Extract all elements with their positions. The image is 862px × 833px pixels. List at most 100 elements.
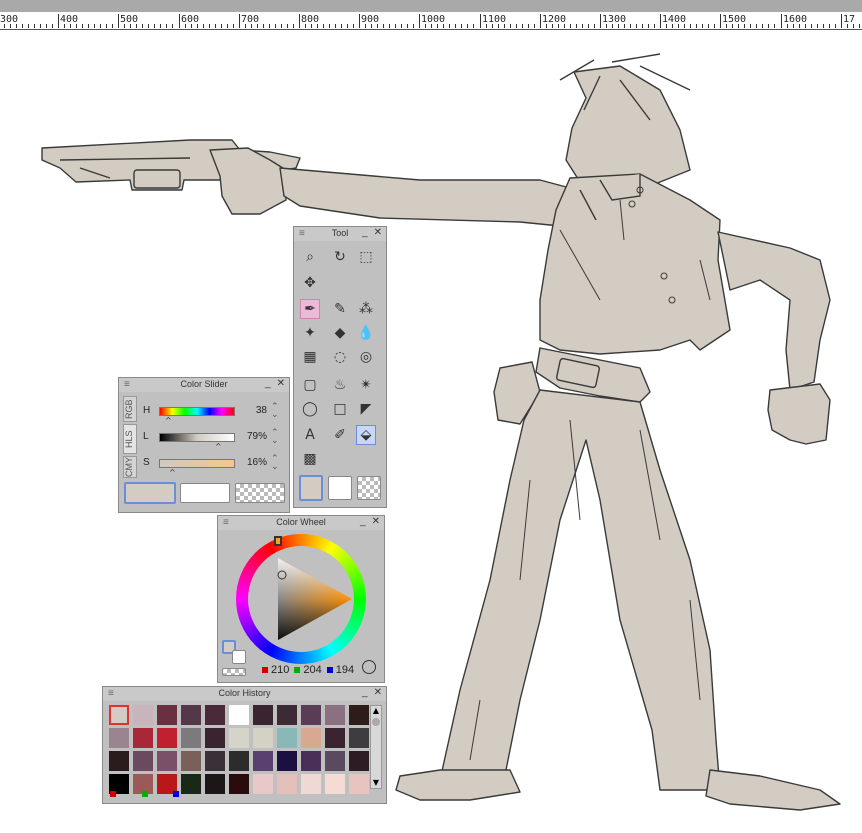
rotate-view-icon[interactable]: ↻ [330,247,350,267]
history-swatch[interactable] [181,774,201,794]
sub-color-swatch[interactable] [232,650,246,664]
main-color-swatch[interactable] [299,475,323,501]
minimize-icon[interactable]: _ [362,687,368,698]
fill-icon[interactable]: ⬙ [356,425,376,445]
zoom-icon[interactable]: ⌕ [300,247,320,267]
transparent-swatch[interactable] [222,668,246,676]
history-swatch[interactable] [109,728,129,748]
history-swatch[interactable] [253,728,273,748]
history-swatch[interactable] [349,774,369,794]
auto-select-icon[interactable]: ✴ [356,375,376,395]
lasso-icon[interactable]: ◌ [330,347,350,367]
history-swatch[interactable] [205,774,225,794]
saturation-triangle[interactable] [248,546,354,652]
blend-icon[interactable]: 💧 [356,323,376,343]
history-swatch[interactable] [157,728,177,748]
history-swatch[interactable] [181,751,201,771]
history-swatch[interactable] [133,728,153,748]
history-swatch[interactable] [253,751,273,771]
object-select-icon[interactable]: ⬚ [356,247,376,267]
scroll-thumb[interactable] [372,718,380,726]
history-swatch[interactable] [277,705,297,725]
green-value[interactable]: 204 [303,664,321,676]
saturation-value[interactable]: 16% [239,457,267,468]
history-swatch[interactable] [205,705,225,725]
history-swatch[interactable] [301,705,321,725]
history-swatch[interactable] [205,751,225,771]
move-icon[interactable]: ✥ [300,273,320,293]
history-swatch[interactable] [157,751,177,771]
history-swatch[interactable] [229,751,249,771]
lightness-value[interactable]: 79% [239,431,267,442]
ruler-tool-icon[interactable]: ▦ [300,347,320,367]
history-swatch[interactable] [181,728,201,748]
saturation-marker-icon[interactable]: ^ [169,468,176,477]
minimize-icon[interactable]: _ [265,378,271,389]
close-icon[interactable]: ✕ [374,227,382,238]
history-swatch[interactable] [181,705,201,725]
tab-rgb[interactable]: RGB [123,396,137,422]
history-scrollbar[interactable]: ▲ ▼ [370,705,382,789]
tool-palette-titlebar[interactable]: ≡ Tool _ ✕ [294,227,386,241]
transparent-swatch[interactable] [357,476,381,500]
color-wheel-titlebar[interactable]: ≡ Color Wheel _ ✕ [218,516,384,530]
history-swatch[interactable] [205,728,225,748]
polyline-icon[interactable]: ◤ [356,399,376,419]
decoration-icon[interactable]: ✦ [300,323,320,343]
hue-value[interactable]: 38 [239,405,267,416]
history-swatch[interactable] [229,728,249,748]
history-swatch[interactable] [325,728,345,748]
history-swatch[interactable] [349,728,369,748]
history-swatch[interactable] [277,728,297,748]
lightness-spinner-icon[interactable]: ⌃ ⌄ [271,429,279,446]
minimize-icon[interactable]: _ [360,516,366,527]
gradient-icon[interactable]: ▩ [300,449,320,469]
close-icon[interactable]: ✕ [374,687,382,698]
scroll-up-icon[interactable]: ▲ [371,706,381,716]
cake-icon[interactable]: ♨ [330,375,350,395]
history-swatch[interactable] [157,705,177,725]
history-swatch[interactable] [229,774,249,794]
tab-hls[interactable]: HLS [123,424,137,454]
lightness-slider[interactable] [159,433,235,442]
history-swatch[interactable] [133,751,153,771]
sub-color-swatch[interactable] [180,483,230,503]
eraser-icon[interactable]: ◆ [330,323,350,343]
history-swatch[interactable] [301,751,321,771]
close-icon[interactable]: ✕ [372,516,380,527]
history-swatch[interactable] [229,705,249,725]
history-swatch[interactable] [301,728,321,748]
history-swatch[interactable] [133,705,153,725]
color-slider-titlebar[interactable]: ≡ Color Slider _ ✕ [119,378,289,392]
history-swatch[interactable] [349,751,369,771]
sub-color-swatch[interactable] [328,476,352,500]
wheel-mode-icon[interactable] [362,660,376,674]
history-swatch[interactable] [109,751,129,771]
text-icon[interactable]: A [300,425,320,445]
brush-icon[interactable]: ✎ [330,299,350,319]
hue-spinner-icon[interactable]: ⌃ ⌄ [271,403,279,420]
scroll-down-icon[interactable]: ▼ [371,778,381,788]
saturation-spinner-icon[interactable]: ⌃ ⌄ [271,455,279,472]
frame-icon[interactable]: □ [330,399,350,419]
history-swatch[interactable] [325,705,345,725]
blue-value[interactable]: 194 [336,664,354,676]
minimize-icon[interactable]: _ [362,227,368,238]
ellipse-select-icon[interactable]: ◯ [300,399,320,419]
history-swatch[interactable] [277,774,297,794]
history-swatch[interactable] [325,751,345,771]
history-swatch[interactable] [253,774,273,794]
color-history-titlebar[interactable]: ≡ Color History _ ✕ [103,687,386,701]
transparent-swatch[interactable] [235,483,285,503]
history-swatch[interactable] [301,774,321,794]
mesh-icon[interactable]: ◎ [356,347,376,367]
airbrush-icon[interactable]: ⁂ [356,299,376,319]
hue-picker-icon[interactable] [274,536,282,546]
red-value[interactable]: 210 [271,664,289,676]
history-swatch[interactable] [109,705,129,725]
history-swatch[interactable] [349,705,369,725]
close-icon[interactable]: ✕ [277,378,285,389]
hue-slider[interactable] [159,407,235,416]
rect-select-icon[interactable]: ▢ [300,375,320,395]
pen-icon[interactable]: ✒ [300,299,320,319]
